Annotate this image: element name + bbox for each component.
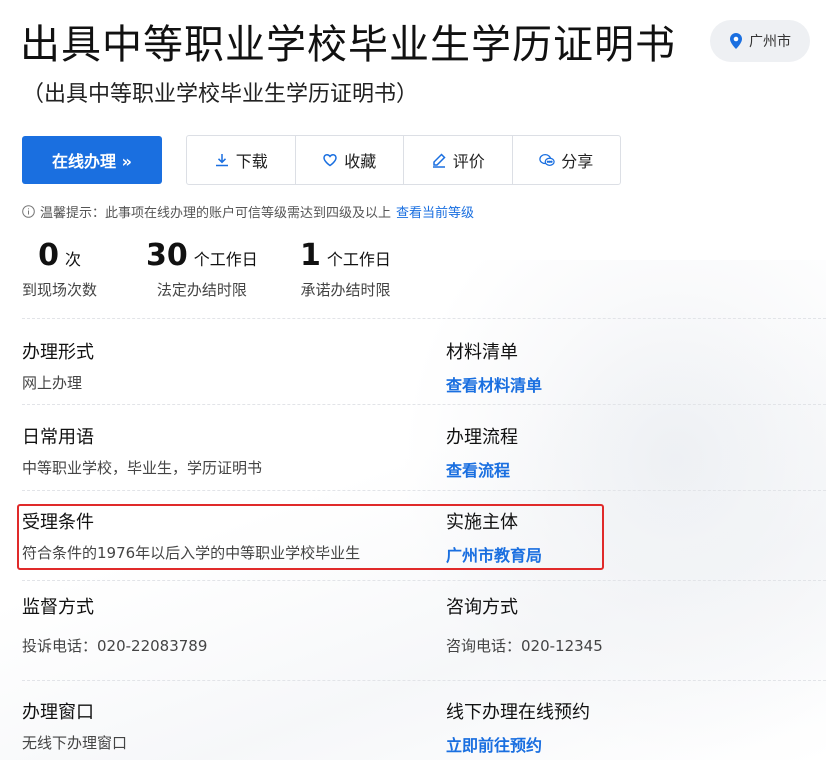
- stat-unit: 次: [64, 250, 81, 269]
- review-label: 评价: [452, 152, 485, 171]
- detail-window: 办理窗口 无线下办理窗口: [22, 698, 127, 753]
- detail-value: 网上办理: [22, 374, 83, 392]
- page-title: 出具中等职业学校毕业生学历证明书: [20, 22, 676, 68]
- stat-legal-limit: 30 个工作日 法定办结时限: [146, 238, 258, 300]
- detail-label: 办理流程: [446, 427, 518, 448]
- view-materials-link[interactable]: 查看材料清单: [446, 372, 542, 396]
- notice-text: 温馨提示：此事项在线办理的账户可信等级需达到四级及以上: [40, 206, 392, 221]
- stat-caption: 到现场次数: [22, 281, 98, 299]
- detail-label: 材料清单: [446, 342, 518, 363]
- stat-visits: 0次 到现场次数: [22, 238, 97, 300]
- favorite-label: 收藏: [344, 152, 377, 171]
- detail-label: 办理窗口: [22, 702, 94, 723]
- stat-number: 1: [300, 238, 321, 273]
- view-level-link[interactable]: 查看当前等级: [396, 202, 474, 221]
- location-badge[interactable]: 广州市: [710, 20, 810, 62]
- detail-label: 监督方式: [22, 597, 94, 618]
- location-pin-icon: [730, 33, 742, 49]
- favorite-button[interactable]: 收藏: [296, 136, 404, 184]
- share-button[interactable]: 分享: [513, 136, 621, 184]
- stat-number: 30: [146, 238, 188, 273]
- detail-process: 办理流程 查看流程: [446, 423, 518, 481]
- detail-value: 中等职业学校，毕业生，学历证明书: [22, 459, 263, 477]
- heart-icon: [323, 153, 337, 167]
- location-label: 广州市: [749, 34, 791, 50]
- stat-unit: 个工作日: [193, 250, 258, 269]
- detail-supervision: 监督方式 投诉电话：020-22083789: [22, 593, 207, 656]
- view-process-link[interactable]: 查看流程: [446, 457, 518, 481]
- review-button[interactable]: 评价: [404, 136, 513, 184]
- share-label: 分享: [561, 152, 594, 171]
- stat-unit: 个工作日: [326, 250, 391, 269]
- detail-label: 办理形式: [22, 342, 94, 363]
- divider: [22, 404, 826, 405]
- page-subtitle: （出具中等职业学校毕业生学历证明书）: [22, 82, 419, 107]
- detail-label: 咨询方式: [446, 597, 518, 618]
- divider: [22, 318, 826, 319]
- download-icon: [215, 154, 228, 167]
- stat-caption: 法定办结时限: [156, 281, 247, 299]
- divider: [22, 490, 826, 491]
- detail-value: 咨询电话：020-12345: [446, 637, 603, 655]
- online-apply-button[interactable]: 在线办理 »: [22, 136, 162, 184]
- detail-consult: 咨询方式 咨询电话：020-12345: [446, 593, 603, 656]
- notice-tip: 温馨提示：此事项在线办理的账户可信等级需达到四级及以上 查看当前等级: [22, 202, 474, 221]
- detail-value: 投诉电话：020-22083789: [22, 637, 208, 655]
- detail-terms: 日常用语 中等职业学校，毕业生，学历证明书: [22, 423, 262, 478]
- detail-label: 日常用语: [22, 427, 94, 448]
- download-label: 下载: [235, 152, 268, 171]
- edit-icon: [432, 153, 446, 168]
- share-chat-icon: [539, 154, 555, 166]
- stat-caption: 承诺办结时限: [300, 281, 391, 299]
- stat-number: 0: [38, 238, 59, 273]
- stat-promised-limit: 1 个工作日 承诺办结时限: [300, 238, 391, 300]
- detail-appointment: 线下办理在线预约 立即前往预约: [446, 698, 590, 756]
- action-toolbar: 下载 收藏 评价 分享: [186, 135, 621, 185]
- detail-value: 无线下办理窗口: [22, 734, 128, 752]
- detail-label: 线下办理在线预约: [446, 702, 590, 723]
- detail-materials: 材料清单 查看材料清单: [446, 338, 542, 396]
- download-button[interactable]: 下载: [187, 136, 296, 184]
- highlight-box: [17, 504, 604, 570]
- detail-form: 办理形式 网上办理: [22, 338, 94, 393]
- appointment-link[interactable]: 立即前往预约: [446, 732, 590, 756]
- info-icon: [22, 205, 35, 218]
- online-apply-label: 在线办理 »: [52, 152, 132, 171]
- divider: [22, 580, 826, 581]
- divider: [22, 680, 826, 681]
